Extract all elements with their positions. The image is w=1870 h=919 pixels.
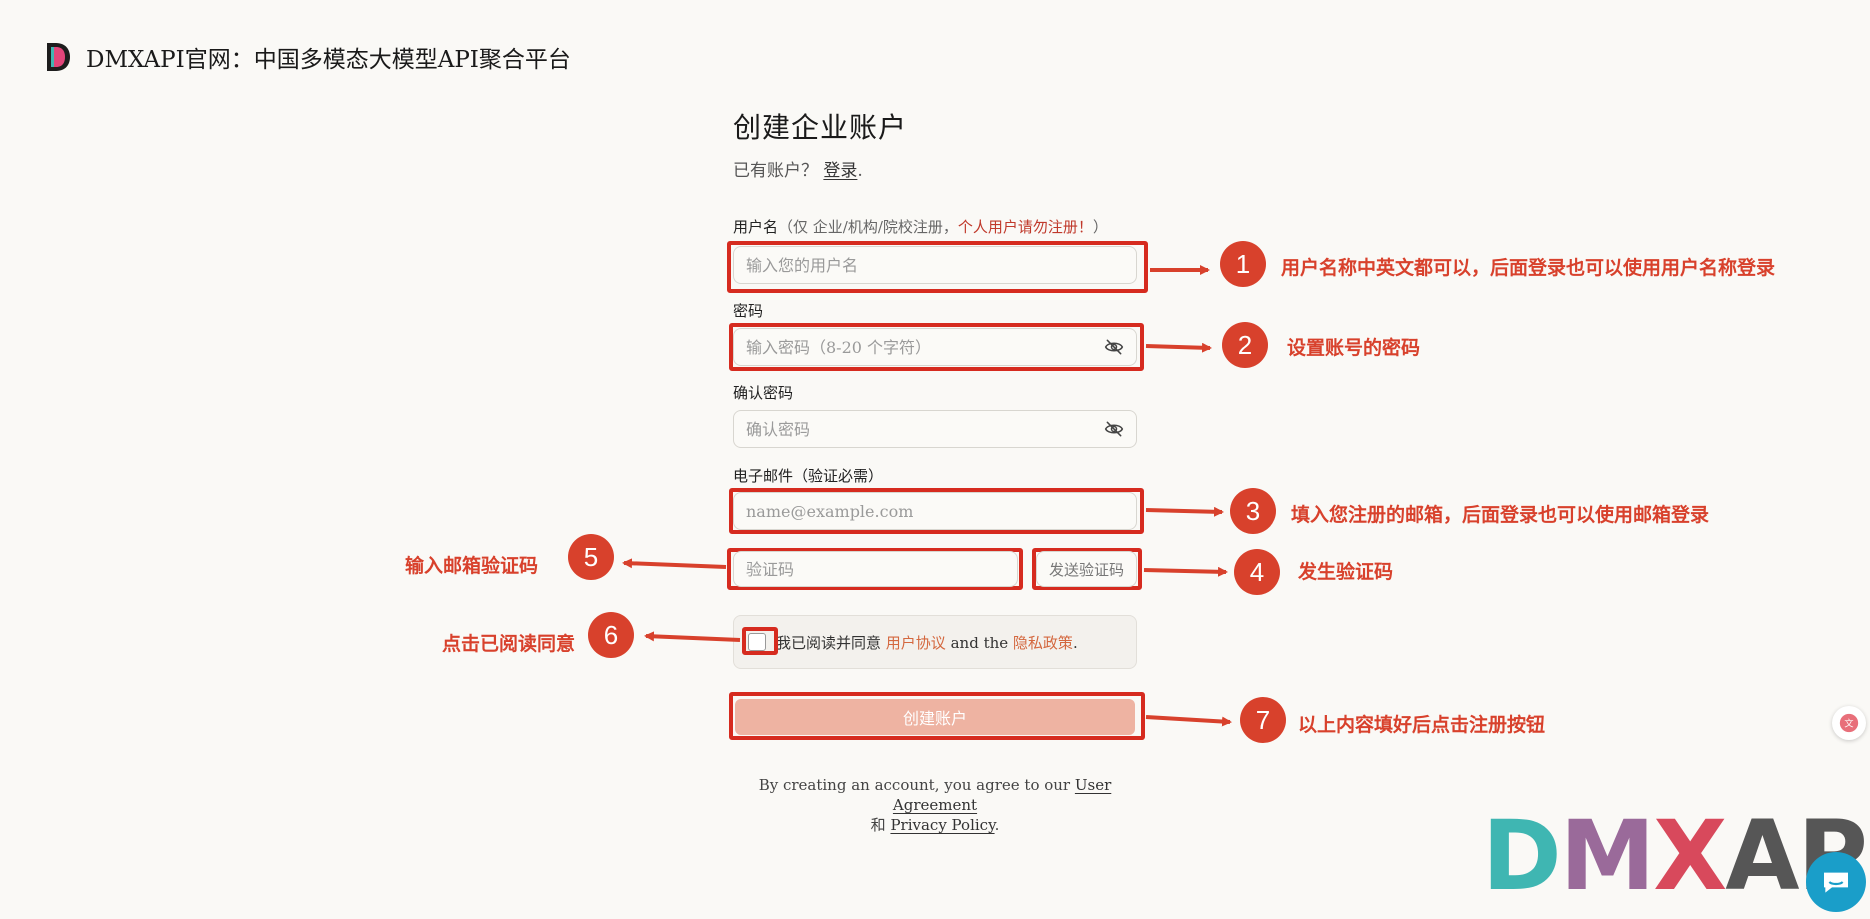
annotation-note-6: 点击已阅读同意 (442, 633, 576, 655)
terms-privacy-link[interactable]: Privacy Policy (890, 816, 994, 834)
login-link[interactable]: 登录 (823, 161, 857, 181)
confirm-password-input[interactable] (746, 419, 1104, 439)
translate-icon: 文 (1839, 713, 1859, 733)
password-label: 密码 (733, 302, 764, 320)
arrow-6 (644, 631, 741, 642)
email-field[interactable] (733, 492, 1137, 530)
username-label-row: 用户名（仅 企业/机构/院校注册，个人用户请勿注册！） (733, 216, 1108, 237)
watermark-part-1: D (1482, 800, 1562, 912)
arrow-3 (1145, 506, 1224, 517)
terms-text: By creating an account, you agree to our… (733, 775, 1137, 835)
login-suffix: . (857, 161, 863, 181)
annotation-note-7: 以上内容填好后点击注册按钮 (1298, 714, 1546, 736)
annotation-note-3: 填入您注册的邮箱，后面登录也可以使用邮箱登录 (1291, 504, 1710, 526)
page-title: 创建企业账户 (733, 111, 908, 144)
code-field[interactable] (733, 551, 1018, 587)
annotation-note-1: 用户名称中英文都可以，后面登录也可以使用用户名称登录 (1281, 257, 1776, 279)
arrow-5 (622, 558, 727, 569)
agree-mid: and the (950, 633, 1009, 652)
terms-line-2: 和 Privacy Policy. (733, 815, 1137, 835)
confirm-password-field[interactable] (733, 410, 1137, 448)
annotation-note-4: 发生验证码 (1298, 561, 1394, 583)
annotation-circle-4: 4 (1234, 549, 1280, 595)
username-input[interactable] (746, 255, 1124, 275)
annotation-note-5: 输入邮箱验证码 (405, 555, 539, 577)
privacy-policy-link[interactable]: 隐私政策 (1013, 634, 1073, 652)
chat-bubble-icon (1824, 872, 1848, 893)
password-input[interactable] (746, 337, 1104, 357)
arrow-2 (1145, 342, 1212, 353)
dmx-logo-icon (47, 43, 70, 71)
email-label: 电子邮件（验证必需） (733, 467, 884, 485)
username-hint-end: ） (1092, 218, 1108, 236)
login-prompt: 已有账户？ 登录. (733, 156, 863, 181)
annotation-circle-7: 7 (1240, 697, 1286, 743)
code-input[interactable] (746, 559, 1005, 579)
agree-text: 我已阅读并同意 用户协议 and the 隐私政策. (776, 632, 1078, 653)
arrow-4 (1143, 566, 1228, 577)
agreement-box: 我已阅读并同意 用户协议 and the 隐私政策. (733, 615, 1137, 669)
eye-off-icon[interactable] (1104, 337, 1124, 357)
annotation-circle-3: 3 (1230, 488, 1276, 534)
terms-line-1: By creating an account, you agree to our… (733, 775, 1137, 815)
arrow-7 (1145, 715, 1232, 727)
username-hint: （仅 企业/机构/院校注册， (778, 218, 958, 236)
site-title: DMXAPI官网：中国多模态大模型API聚合平台 (86, 47, 571, 73)
username-warning: 个人用户请勿注册！ (957, 218, 1093, 236)
annotation-circle-2: 2 (1222, 322, 1268, 368)
email-input[interactable] (746, 501, 1124, 521)
agree-suffix: . (1072, 633, 1078, 652)
svg-text:文: 文 (1844, 718, 1853, 730)
annotation-note-2: 设置账号的密码 (1287, 337, 1421, 359)
username-field[interactable] (733, 246, 1137, 284)
annotation-circle-6: 6 (588, 612, 634, 658)
annotation-circle-1: 1 (1220, 241, 1266, 287)
username-label: 用户名 (733, 218, 779, 236)
password-field[interactable] (733, 328, 1137, 366)
terms-prefix: By creating an account, you agree to our (758, 776, 1071, 794)
confirm-password-label: 确认密码 (733, 384, 794, 402)
send-code-button[interactable]: 发送验证码 (1036, 551, 1137, 587)
agree-prefix: 我已阅读并同意 (776, 633, 882, 652)
have-account-text: 已有账户？ (733, 161, 818, 181)
annotation-box-checkbox (742, 627, 778, 655)
annotation-circle-5: 5 (568, 534, 614, 580)
create-account-button[interactable]: 创建账户 (735, 699, 1135, 735)
brand[interactable]: DMXAPI官网：中国多模态大模型API聚合平台 (44, 40, 571, 74)
terms-suffix: . (994, 816, 1000, 834)
watermark-part-3: X (1653, 800, 1727, 912)
terms-and: 和 (870, 816, 886, 834)
eye-off-icon[interactable] (1104, 419, 1124, 439)
chat-button[interactable] (1806, 852, 1866, 912)
translate-button[interactable]: 文 (1832, 706, 1866, 740)
watermark-part-2: M (1559, 800, 1656, 912)
user-agreement-link[interactable]: 用户协议 (886, 634, 946, 652)
